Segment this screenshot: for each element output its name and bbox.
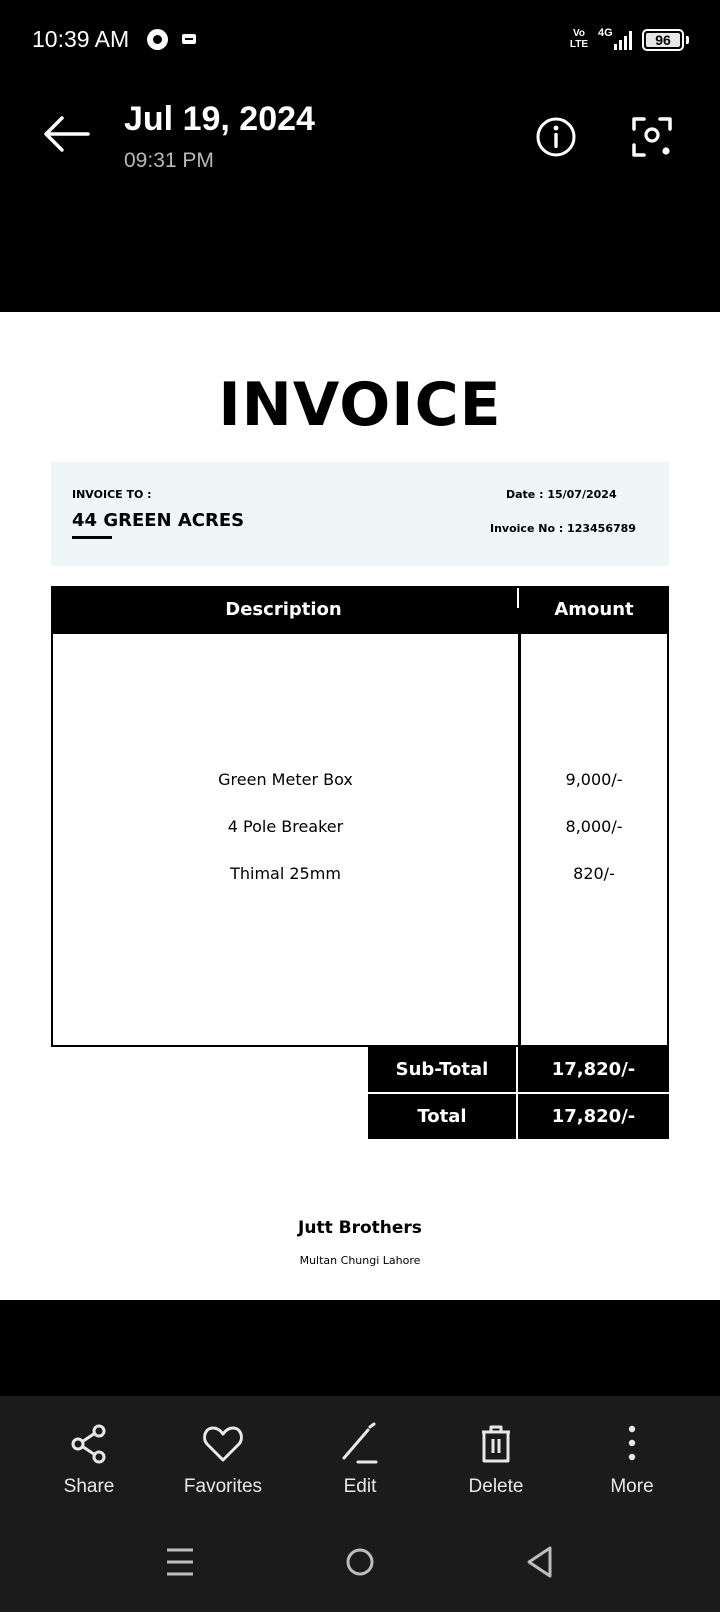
more-label: More: [610, 1476, 654, 1497]
voicemail-icon: [182, 34, 196, 44]
nav-back-button[interactable]: [520, 1542, 560, 1582]
table-row: Thimal 25mm 820/-: [53, 859, 667, 889]
column-description: Description: [225, 599, 342, 620]
invoice-date: Date : 15/07/2024: [506, 488, 617, 501]
bill-to-name: 44 GREEN ACRES: [72, 510, 245, 531]
favorites-button[interactable]: Favorites: [163, 1422, 283, 1498]
item-amount: 9,000/-: [565, 770, 623, 789]
subtotal-row: Sub-Total 17,820/-: [368, 1047, 669, 1092]
home-icon: [346, 1548, 374, 1576]
lens-button[interactable]: [630, 115, 674, 159]
heart-icon: [203, 1426, 243, 1462]
invoice-number: Invoice No : 123456789: [490, 522, 636, 535]
bill-to-box: INVOICE TO : 44 GREEN ACRES Date : 15/07…: [51, 462, 669, 566]
total-value: 17,820/-: [551, 1106, 636, 1127]
status-bar: 10:39 AM Vo LTE 4G 96: [0, 0, 720, 80]
item-amount: 8,000/-: [565, 817, 623, 836]
share-icon: [71, 1424, 106, 1464]
table-row: 4 Pole Breaker 8,000/-: [53, 812, 667, 842]
network-type: 4G: [598, 27, 613, 39]
subtotal-value: 17,820/-: [551, 1059, 636, 1080]
bill-to-underline: [72, 536, 112, 539]
invoice-title: INVOICE: [218, 370, 502, 440]
info-button[interactable]: [534, 115, 578, 159]
share-label: Share: [63, 1476, 115, 1497]
back-button[interactable]: [40, 112, 92, 156]
pencil-icon: [342, 1422, 378, 1464]
company-name: Jutt Brothers: [298, 1218, 422, 1238]
nav-home-button[interactable]: [340, 1542, 380, 1582]
lens-scan-icon: [632, 117, 672, 157]
column-amount: Amount: [554, 599, 634, 620]
photo-time: 09:31 PM: [124, 149, 214, 172]
info-icon: [536, 117, 576, 157]
battery-level: 96: [655, 32, 671, 48]
table-body: Green Meter Box 9,000/- 4 Pole Breaker 8…: [51, 634, 669, 1047]
back-arrow-icon: [44, 116, 90, 152]
share-button[interactable]: Share: [29, 1422, 149, 1498]
invoice-image: INVOICE INVOICE TO : 44 GREEN ACRES Date…: [0, 312, 720, 1300]
favorites-label: Favorites: [183, 1476, 263, 1497]
battery-icon: 96: [642, 29, 684, 51]
delete-button[interactable]: Delete: [436, 1422, 556, 1498]
item-description: 4 Pole Breaker: [227, 817, 344, 836]
total-label: Total: [417, 1106, 467, 1127]
item-description: Green Meter Box: [218, 770, 353, 789]
more-button[interactable]: More: [572, 1422, 692, 1498]
volte-indicator: Vo LTE: [569, 28, 589, 50]
recents-icon: [167, 1548, 193, 1576]
item-description: Thimal 25mm: [230, 864, 341, 883]
action-bar: Share Favorites Edit Delete More: [0, 1396, 720, 1612]
bill-to-label: INVOICE TO :: [72, 488, 152, 501]
status-time: 10:39 AM: [32, 26, 130, 52]
signal-icon: [614, 30, 636, 50]
table-header: Description Amount: [51, 586, 669, 634]
total-row: Total 17,820/-: [368, 1094, 669, 1139]
table-row: Green Meter Box 9,000/-: [53, 765, 667, 795]
back-icon: [527, 1546, 552, 1578]
item-amount: 820/-: [573, 864, 615, 883]
edit-label: Edit: [343, 1476, 377, 1497]
more-vertical-icon: [628, 1425, 636, 1461]
subtotal-label: Sub-Total: [395, 1059, 489, 1080]
nav-recents-button[interactable]: [160, 1542, 200, 1582]
circle-notification-icon: [147, 29, 168, 50]
delete-label: Delete: [468, 1476, 524, 1497]
photo-date: Jul 19, 2024: [124, 100, 315, 138]
edit-button[interactable]: Edit: [300, 1422, 420, 1498]
trash-icon: [482, 1425, 510, 1463]
company-address: Multan Chungi Lahore: [299, 1254, 421, 1267]
